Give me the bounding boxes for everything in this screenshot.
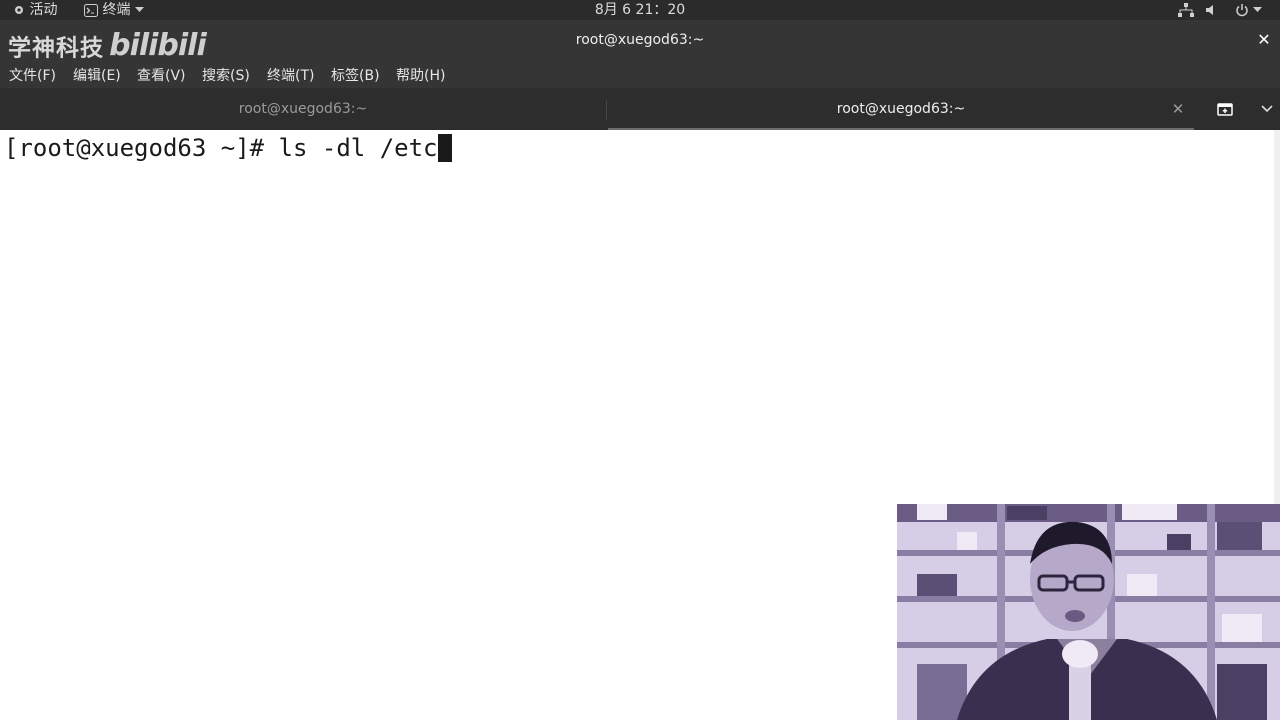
tab-close-button[interactable]: ✕ [1166,88,1190,130]
volume-icon[interactable] [1206,0,1218,20]
webcam-overlay [897,504,1280,720]
menu-help[interactable]: 帮助(H) [396,66,445,86]
network-icon[interactable] [1178,0,1194,20]
tab-bar: root@xuegod63:~ root@xuegod63:~ ✕ [0,88,1280,130]
menu-view[interactable]: 查看(V) [137,66,186,86]
new-tab-icon [1217,103,1233,116]
text-cursor [437,134,452,162]
menu-file[interactable]: 文件(F) [9,66,56,86]
tab-divider [606,100,607,120]
new-tab-button[interactable] [1212,98,1238,120]
menu-edit[interactable]: 编辑(E) [73,66,121,86]
terminal-line: [root@xuegod63 ~]# ls -dl /etc [4,134,452,162]
terminal-command: ls -dl /etc [278,134,438,162]
menu-tabs[interactable]: 标签(B) [331,66,380,86]
clock[interactable]: 8月 6 21：20 [0,0,1280,20]
window-header: 学神科技 bilibili root@xuegod63:~ ✕ [0,20,1280,64]
terminal-prompt: [root@xuegod63 ~]# [4,134,279,162]
tab-label: root@xuegod63:~ [238,101,368,117]
top-bar: 活动 终端 8月 6 21：20 [0,0,1280,20]
window-title: root@xuegod63:~ [575,32,705,48]
menu-bar: 文件(F) 编辑(E) 查看(V) 搜索(S) 终端(T) 标签(B) 帮助(H… [0,64,1280,88]
tab-label: root@xuegod63:~ [836,101,966,117]
window-close-button[interactable]: ✕ [1254,30,1274,50]
power-icon[interactable] [1235,0,1263,20]
chevron-down-icon [1261,105,1273,113]
tab-1[interactable]: root@xuegod63:~ [0,88,606,130]
menu-terminal[interactable]: 终端(T) [267,66,314,86]
webcam-video-frame [897,504,1280,720]
tab-menu-button[interactable] [1257,98,1277,120]
caret-down-icon [1253,7,1263,12]
tab-2[interactable]: root@xuegod63:~ ✕ [608,88,1194,130]
menu-search[interactable]: 搜索(S) [202,66,250,86]
